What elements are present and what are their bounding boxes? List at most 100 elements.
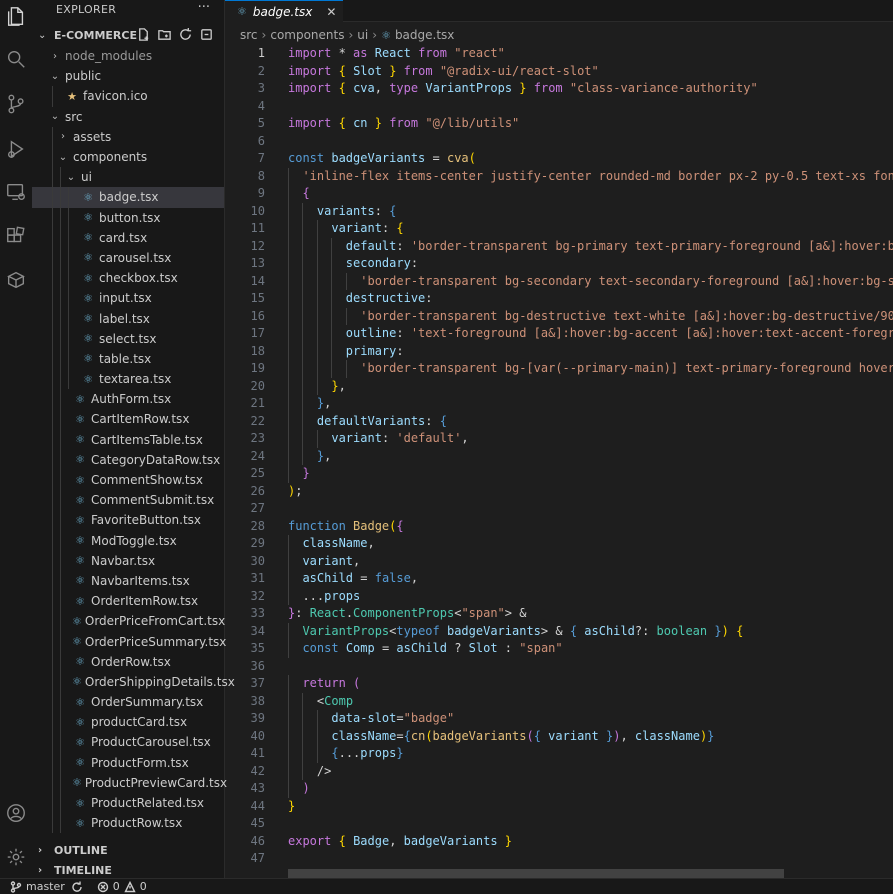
file-item[interactable]: ⚛ OrderSummary.tsx — [32, 692, 224, 713]
code-line[interactable]: 47 — [225, 850, 893, 868]
file-item[interactable]: ⚛ ModToggle.tsx — [32, 530, 224, 551]
code-line[interactable]: 46 export { Badge, badgeVariants } — [225, 833, 893, 851]
code-line[interactable]: 24 }, — [225, 447, 893, 465]
folder-item[interactable]: ⌄ ui — [32, 167, 224, 188]
file-item[interactable]: ⚛ Navbar.tsx — [32, 550, 224, 571]
settings-gear-icon[interactable] — [4, 845, 28, 869]
file-item[interactable]: ⚛ input.tsx — [32, 288, 224, 309]
code-line[interactable]: 16 'border-transparent bg-destructive te… — [225, 307, 893, 325]
breadcrumb-item[interactable]: badge.tsx — [395, 28, 454, 42]
code-line[interactable]: 45 — [225, 815, 893, 833]
folder-item[interactable]: › node_modules — [32, 46, 224, 66]
file-item[interactable]: ⚛ CommentSubmit.tsx — [32, 490, 224, 511]
code-line[interactable]: 2 import { Slot } from "@radix-ui/react-s… — [225, 63, 893, 81]
code-line[interactable]: 41 {...props} — [225, 745, 893, 763]
file-item[interactable]: ⚛ AuthForm.tsx — [32, 389, 224, 410]
code-editor[interactable]: 1 import * as React from "react" 2 import {… — [225, 45, 893, 872]
code-line[interactable]: 5 import { cn } from "@/lib/utils" — [225, 115, 893, 133]
database-icon[interactable] — [4, 268, 28, 292]
code-line[interactable]: 18 primary: — [225, 342, 893, 360]
file-item[interactable]: ⚛ card.tsx — [32, 227, 224, 248]
new-file-icon[interactable] — [136, 27, 151, 42]
file-item[interactable]: ★ favicon.ico — [32, 86, 224, 107]
code-line[interactable]: 44} — [225, 798, 893, 816]
code-line[interactable]: 33}: React.ComponentProps<"span"> & — [225, 605, 893, 623]
problems-indicator[interactable]: 0 0 — [97, 880, 147, 893]
collapse-all-icon[interactable] — [199, 27, 214, 42]
code-line[interactable]: 17 outline: 'text-foreground [a&]:hover:… — [225, 325, 893, 343]
account-icon[interactable] — [4, 801, 28, 825]
code-line[interactable]: 7 const badgeVariants = cva( — [225, 150, 893, 168]
code-line[interactable]: 43 ) — [225, 780, 893, 798]
code-line[interactable]: 35 const Comp = asChild ? Slot : "span" — [225, 640, 893, 658]
code-line[interactable]: 26); — [225, 483, 893, 501]
folder-item[interactable]: ⌄ components — [32, 146, 224, 168]
code-line[interactable]: 14 'border-transparent bg-secondary text… — [225, 272, 893, 290]
code-line[interactable]: 25 } — [225, 465, 893, 483]
file-item[interactable]: ⚛ ProductPreviewCard.tsx — [32, 772, 227, 793]
file-item[interactable]: ⚛ CartItemRow.tsx — [32, 409, 224, 430]
file-item[interactable]: ⚛ label.tsx — [32, 308, 224, 329]
tab-badge[interactable]: ⚛ badge.tsx ✕ — [225, 0, 343, 22]
code-line[interactable]: 11 variant: { — [225, 220, 893, 238]
file-item[interactable]: ⚛ ProductRelated.tsx — [32, 792, 224, 814]
code-line[interactable]: 10 variants: { — [225, 202, 893, 220]
search-icon[interactable] — [4, 47, 28, 71]
code-line[interactable]: 28 function Badge({ — [225, 518, 893, 536]
code-line[interactable]: 4 — [225, 98, 893, 116]
outline-section[interactable]: › OUTLINE — [32, 840, 224, 860]
file-item[interactable]: ⚛ ProductCarousel.tsx — [32, 732, 224, 753]
breadcrumb-item[interactable]: components — [270, 28, 344, 42]
code-line[interactable]: 42 /> — [225, 762, 893, 780]
file-item[interactable]: ⚛ FavoriteButton.tsx — [32, 510, 224, 531]
file-item[interactable]: ⚛ OrderItemRow.tsx — [32, 591, 224, 612]
code-line[interactable]: 40 className={cn(badgeVariants({ variant… — [225, 727, 893, 745]
file-item[interactable]: ⚛ CommentShow.tsx — [32, 469, 224, 491]
sync-icon[interactable] — [71, 881, 83, 893]
file-item[interactable]: ⚛ button.tsx — [32, 207, 224, 228]
file-item[interactable]: ⚛ CartItemsTable.tsx — [32, 429, 224, 450]
code-line[interactable]: 37 return ( — [225, 675, 893, 693]
folder-item[interactable]: ⌄ src — [32, 107, 224, 127]
file-item[interactable]: ⚛ ProductRow.tsx — [32, 813, 224, 834]
code-line[interactable]: 13 secondary: — [225, 255, 893, 273]
breadcrumb-item[interactable]: src — [240, 28, 258, 42]
code-line[interactable]: 23 variant: 'default', — [225, 430, 893, 448]
code-line[interactable]: 32 ...props — [225, 587, 893, 605]
folder-item[interactable]: ⌄ public — [32, 66, 224, 86]
code-line[interactable]: 6 — [225, 133, 893, 151]
file-item[interactable]: ⚛ checkbox.tsx — [32, 268, 224, 289]
code-line[interactable]: 38 <Comp — [225, 692, 893, 710]
branch-indicator[interactable]: master — [10, 880, 87, 893]
timeline-section[interactable]: › TIMELINE — [32, 860, 224, 880]
project-header[interactable]: ⌄ E-COMMERCE — [32, 26, 224, 44]
file-item[interactable]: ⚛ OrderPriceSummary.tsx — [32, 631, 226, 652]
extensions-icon[interactable] — [4, 224, 28, 248]
code-line[interactable]: 36 — [225, 658, 893, 676]
file-item[interactable]: ⚛ table.tsx — [32, 348, 224, 369]
file-item[interactable]: ⚛ OrderShippingDetails.tsx — [32, 671, 235, 692]
code-line[interactable]: 31 asChild = false, — [225, 570, 893, 588]
code-line[interactable]: 3 import { cva, type VariantProps } from … — [225, 80, 893, 98]
file-item[interactable]: ⚛ carousel.tsx — [32, 247, 224, 269]
file-item[interactable]: ⚛ textarea.tsx — [32, 369, 224, 390]
file-item[interactable]: ⚛ OrderRow.tsx — [32, 651, 224, 672]
code-line[interactable]: 21 }, — [225, 395, 893, 413]
code-line[interactable]: 34 VariantProps<typeof badgeVariants> & … — [225, 622, 893, 640]
code-line[interactable]: 19 'border-transparent bg-[var(--primary… — [225, 360, 893, 378]
folder-item[interactable]: › assets — [32, 126, 224, 147]
code-line[interactable]: 30 variant, — [225, 552, 893, 570]
refresh-icon[interactable] — [178, 27, 193, 42]
code-line[interactable]: 39 data-slot="badge" — [225, 710, 893, 728]
more-actions-icon[interactable]: ··· — [198, 0, 210, 15]
file-item[interactable]: ⚛ select.tsx — [32, 328, 224, 349]
code-line[interactable]: 9 { — [225, 185, 893, 203]
explorer-icon[interactable] — [4, 4, 28, 28]
source-control-icon[interactable] — [4, 92, 28, 116]
code-line[interactable]: 12 default: 'border-transparent bg-prima… — [225, 237, 893, 255]
close-icon[interactable]: ✕ — [326, 5, 336, 19]
file-item[interactable]: ⚛ ProductForm.tsx — [32, 752, 224, 773]
code-line[interactable]: 22 defaultVariants: { — [225, 412, 893, 430]
code-line[interactable]: 27 — [225, 500, 893, 518]
file-item[interactable]: ⚛ OrderPriceFromCart.tsx — [32, 611, 225, 632]
